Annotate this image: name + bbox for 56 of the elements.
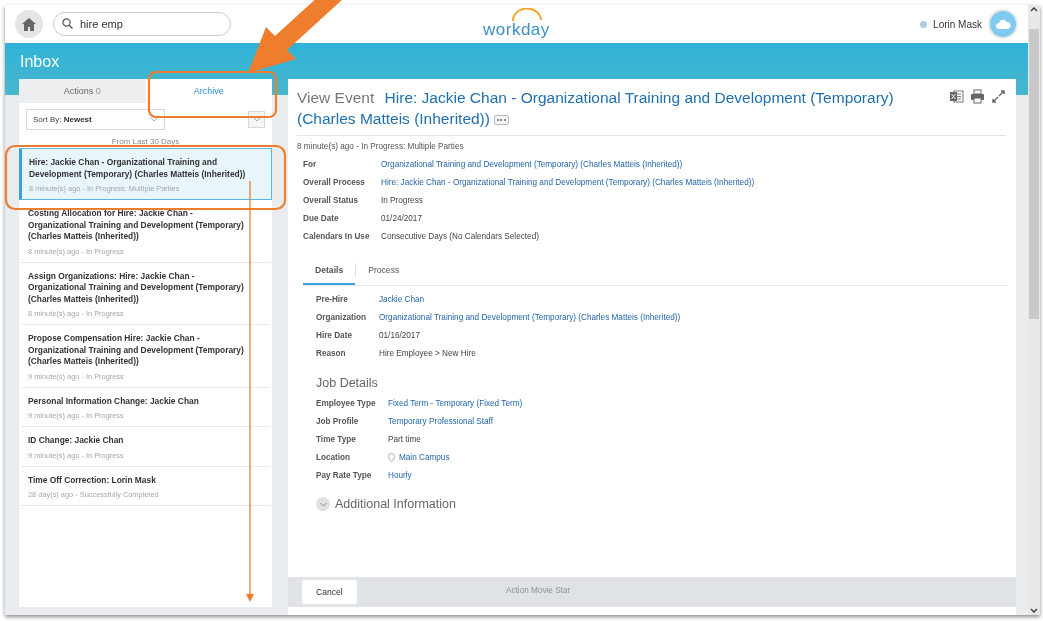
field-link[interactable]: Hire: Jackie Chan - Organizational Training and Development (Temporary) (Charles Matteis (Inherited)) — [381, 178, 755, 187]
field-value: In Progress — [381, 196, 424, 205]
field-value: 01/24/2017 — [381, 214, 423, 223]
field-value: 01/16/2017 — [379, 331, 421, 340]
field-label: Overall Process — [303, 178, 366, 187]
field-value: Action Movie Star — [506, 586, 571, 595]
inbox-tab[interactable]: Actions 0 — [19, 79, 146, 103]
field-label: Pay Rate Type — [316, 471, 373, 480]
field-label: Pre-Hire — [316, 295, 349, 304]
spreadsheet-icon[interactable] — [949, 89, 964, 104]
sort-dropdown[interactable]: Sort By: Newest — [26, 109, 165, 130]
status-dot — [920, 20, 928, 28]
user-name[interactable]: Lorin Mask — [933, 18, 982, 30]
caret-icon — [319, 501, 327, 507]
field-link[interactable]: Hourly — [388, 471, 523, 480]
caret-icon — [150, 117, 158, 122]
field-value: Consecutive Days (No Calendars Selected) — [381, 232, 540, 241]
print-icon[interactable] — [970, 89, 985, 104]
section-title: Additional Information — [335, 497, 456, 511]
list-caption: From Last 30 Days — [110, 137, 181, 148]
section-title: Job Details — [316, 376, 379, 390]
field-label: Overall Status — [303, 196, 360, 205]
event-status: 8 minute(s) ago - In Progress: Multiple Parties — [297, 142, 465, 151]
field-label: For — [303, 160, 318, 169]
field-label: Organization — [316, 313, 368, 322]
expand-toggle[interactable] — [316, 497, 330, 511]
home-icon — [22, 17, 36, 31]
expand-icon[interactable] — [991, 89, 1006, 104]
field-link[interactable]: Fixed Term - Temporary (Fixed Term) — [388, 399, 523, 408]
scrollbar[interactable] — [1028, 5, 1040, 615]
field-value: Hire Employee > New Hire — [379, 349, 477, 358]
search-field[interactable]: hire emp — [53, 12, 231, 36]
field-link[interactable]: Temporary Professional Staff — [388, 417, 523, 426]
cancel-button[interactable]: Cancel — [302, 580, 357, 604]
field-label: Due Date — [303, 214, 340, 223]
field-link[interactable]: Organizational Training and Development (Temporary) (Charles Matteis (Inherited)) — [381, 160, 755, 169]
field-label: Location — [316, 453, 352, 462]
field-label: Hire Date — [316, 331, 353, 340]
location-pin-icon — [388, 453, 395, 462]
more-button[interactable] — [493, 114, 509, 125]
detail-tab[interactable]: Process — [356, 265, 412, 285]
field-link[interactable]: Organizational Training and Development (Temporary) (Charles Matteis (Inherited)) — [379, 313, 681, 322]
event-title: View Event Hire: Jackie Chan - Organizational Training and Development (Temporary) (Charles Matteis (Inherited)) — [297, 88, 895, 129]
field-link[interactable]: Jackie Chan — [379, 295, 681, 304]
page-title: Inbox — [19, 52, 61, 72]
field-label: Employee Type — [316, 399, 377, 408]
search-icon — [62, 18, 73, 29]
logo[interactable]: workday — [483, 8, 553, 40]
caret-icon — [252, 117, 261, 122]
field-label: Reason — [316, 349, 347, 358]
home-button[interactable] — [15, 10, 43, 38]
field-label: Job Profile — [316, 417, 360, 426]
field-value: Part time — [388, 435, 422, 444]
field-label: Calendars In Use — [303, 232, 371, 241]
field-link[interactable]: Main Campus — [399, 453, 450, 462]
field-label: Time Type — [316, 435, 357, 444]
